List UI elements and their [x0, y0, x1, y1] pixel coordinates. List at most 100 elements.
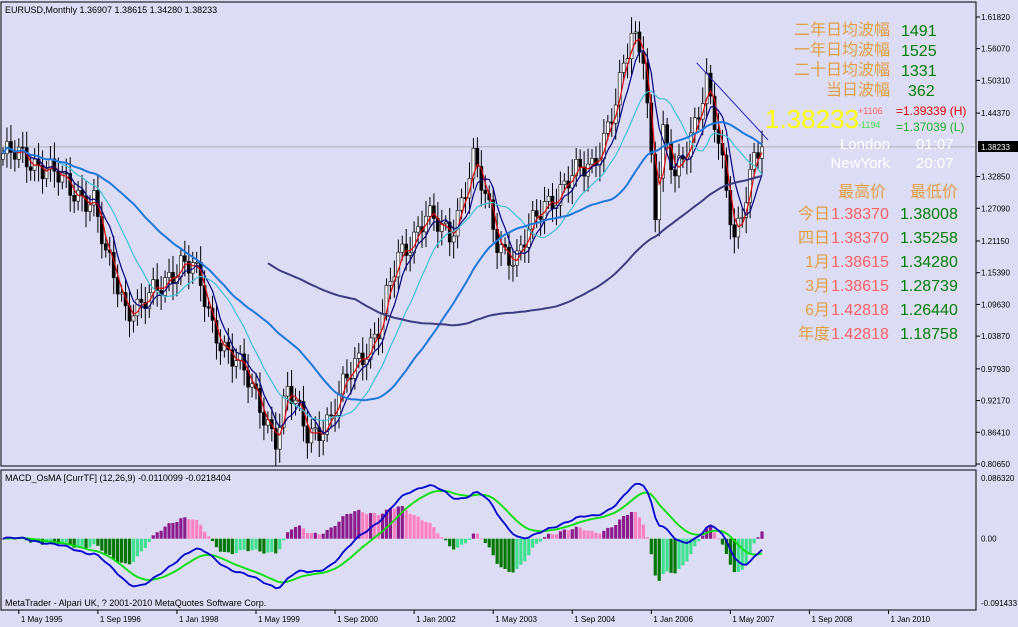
macd-histogram-bar: [416, 516, 420, 539]
candle-body: [206, 306, 211, 309]
macd-histogram-bar: [179, 518, 183, 539]
candle-body: [13, 152, 17, 160]
macd-histogram-bar: [503, 538, 507, 569]
macd-histogram-bar: [487, 538, 491, 548]
macd-histogram-bar: [420, 520, 424, 539]
macd-histogram-bar: [135, 538, 140, 557]
macd-histogram-bar: [712, 532, 717, 539]
vol-value-today: 362: [908, 83, 935, 100]
vol-label-1y: 一年日均波幅: [794, 41, 890, 59]
candle-body: [732, 224, 737, 238]
macd-histogram-bar: [641, 524, 646, 539]
macd-histogram-bar: [475, 533, 479, 539]
macd-histogram-bar: [566, 530, 570, 539]
macd-histogram-bar: [199, 524, 203, 539]
macd-histogram-bar: [440, 537, 444, 539]
macd-tick-label: 0.00: [981, 535, 997, 544]
macd-histogram-bar: [633, 512, 638, 539]
candle-body: [388, 281, 393, 286]
time-tick-label: 1 Jan 2006: [653, 615, 693, 624]
macd-histogram-bar: [313, 532, 317, 539]
macd-histogram-bar: [218, 538, 223, 552]
candle-body: [578, 159, 582, 168]
candle-body: [72, 195, 76, 202]
candle-body: [483, 189, 488, 194]
time-tick-label: 1 Sep 2000: [337, 615, 378, 624]
macd-histogram-bar: [353, 511, 357, 539]
candle-body: [696, 117, 701, 120]
macd-y-axis: 0.086320 0.00 -0.091433: [981, 474, 1018, 608]
time-tick-label: 1 Jan 2002: [416, 615, 456, 624]
macd-histogram-bar: [622, 516, 626, 539]
macd-histogram-bar: [159, 530, 163, 539]
macd-histogram-bar: [673, 538, 677, 574]
candle-body: [139, 298, 144, 303]
price-tick-label: 1.44370: [981, 109, 1010, 118]
macd-histogram-bar: [337, 521, 341, 539]
candle-body: [511, 264, 515, 267]
macd-histogram-bar: [88, 538, 92, 548]
macd-histogram-bar: [274, 538, 278, 554]
macd-histogram-bar: [412, 514, 416, 539]
range-high: 1.38370: [831, 230, 889, 247]
macd-histogram-bar: [748, 538, 752, 554]
macd-histogram-bar: [147, 538, 151, 543]
range-label: 今日: [798, 205, 830, 223]
range-high: 1.38370: [831, 206, 889, 223]
macd-tick-label: -0.091433: [981, 599, 1018, 608]
macd-histogram-bar: [459, 538, 464, 545]
current-price-label: 1.38233: [981, 143, 1010, 152]
macd-histogram-bar: [542, 537, 547, 539]
candle-body: [119, 292, 124, 295]
macd-histogram-bar: [112, 538, 116, 559]
macd-histogram-bar: [297, 525, 302, 539]
macd-histogram-bar: [222, 538, 226, 552]
range-low: 1.26440: [900, 302, 958, 319]
range-high: 1.42818: [831, 302, 889, 319]
macd-histogram-bar: [574, 526, 578, 539]
macd-histogram-bar: [653, 538, 657, 576]
time-tick-label: 1 Sep 1996: [100, 615, 141, 624]
candle-body: [459, 197, 464, 211]
time-tick-label: 1 May 2003: [495, 615, 537, 624]
macd-histogram-bar: [321, 533, 325, 539]
range-low: 1.35258: [900, 230, 958, 247]
macd-histogram-bar: [396, 506, 400, 539]
macd-histogram-bar: [606, 527, 610, 539]
price-down-small: -1194: [858, 120, 880, 130]
macd-histogram-bar: [167, 523, 171, 539]
candle-body: [285, 386, 290, 397]
macd-header: MACD_OsMA [CurrTF] (12,26,9) -0.0110099 …: [5, 473, 231, 483]
candle-body: [345, 373, 349, 379]
price-tick-label: 1.50310: [981, 76, 1010, 85]
current-price-marker: 1.38233: [978, 141, 1018, 152]
macd-histogram-bar: [278, 538, 282, 550]
candle-body: [167, 272, 171, 278]
macd-histogram-bar: [554, 534, 559, 539]
candle-body: [80, 190, 84, 197]
macd-histogram-bar: [625, 514, 630, 539]
macd-histogram-bar: [697, 538, 701, 542]
price-tick-label: 1.15390: [981, 269, 1010, 278]
candle-body: [590, 158, 594, 165]
price-tick-label: 1.61820: [981, 13, 1010, 22]
macd-histogram-bar: [594, 532, 598, 539]
macd-histogram-bar: [195, 520, 199, 539]
macd-histogram-bar: [84, 538, 88, 549]
macd-histogram-bar: [716, 538, 721, 540]
macd-histogram-bar: [254, 538, 258, 550]
macd-histogram-bar: [408, 513, 412, 539]
candle-body: [546, 195, 551, 202]
vol-value-1y: 1525: [901, 43, 937, 60]
macd-histogram-bar: [535, 538, 539, 544]
macd-histogram-bar: [151, 535, 155, 539]
macd-histogram-bar: [365, 514, 369, 539]
macd-histogram-bar: [76, 538, 80, 547]
macd-histogram-bar: [629, 511, 634, 539]
macd-histogram-bar: [333, 525, 337, 539]
macd-histogram-bar: [637, 517, 642, 539]
macd-histogram-bar: [523, 538, 527, 562]
time-tick-label: 1 Jan 2010: [891, 615, 931, 624]
time-tick-label: 1 May 1995: [21, 615, 63, 624]
macd-histogram-bar: [282, 538, 286, 541]
